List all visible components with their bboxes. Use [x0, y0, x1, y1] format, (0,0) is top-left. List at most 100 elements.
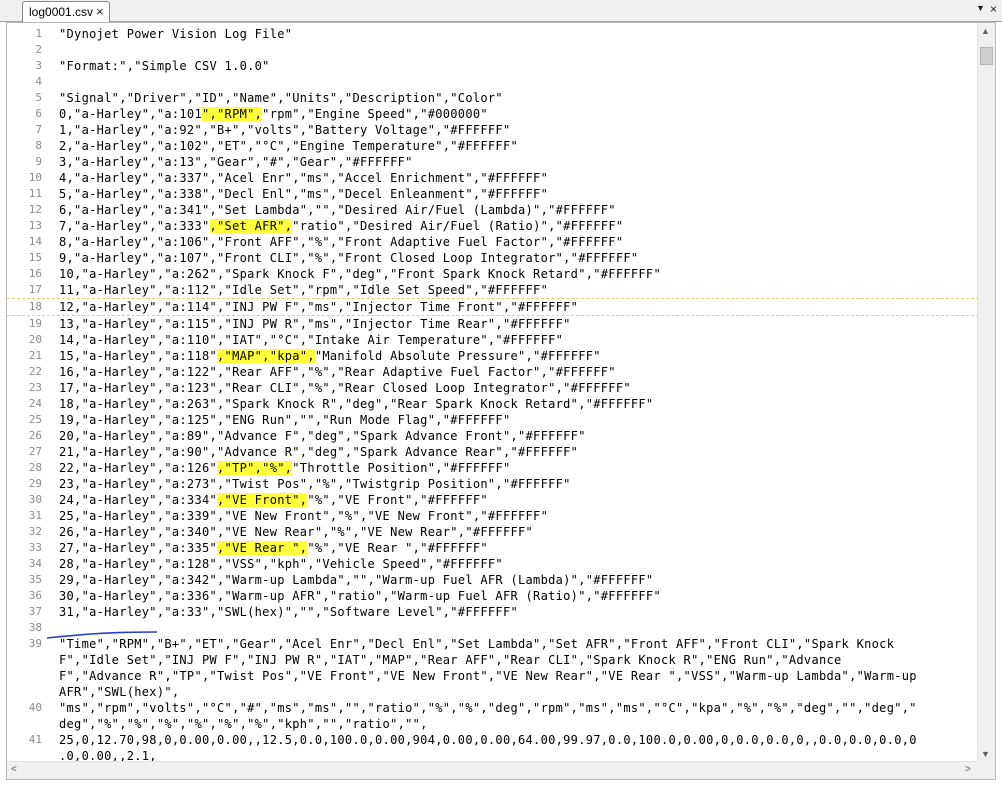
editor-line[interactable]: 9 3,"a-Harley","a:13","Gear","#","Gear","…	[7, 154, 979, 170]
text-segment: 24,"a-Harley","a:334"	[59, 493, 218, 507]
editor-line[interactable]: F","Advance R","TP","Twist Pos","VE Fron…	[7, 668, 979, 684]
editor-line[interactable]: 5 "Signal","Driver","ID","Name","Units","…	[7, 90, 979, 106]
line-number: 37	[28, 605, 42, 618]
editor-line[interactable]: 12 6,"a-Harley","a:341","Set Lambda","","…	[7, 202, 979, 218]
editor-line[interactable]: 24 18,"a-Harley","a:263","Spark Knock R",…	[7, 396, 979, 412]
line-text: 5,"a-Harley","a:338","Decl Enl","ms","De…	[59, 186, 548, 202]
highlighted-text: ,"TP","%",	[217, 461, 293, 475]
text-segment: "%","VE Front","#FFFFFF"	[307, 493, 488, 507]
highlighted-text: ,"VE Front",	[217, 493, 308, 507]
editor-line[interactable]: 31 25,"a-Harley","a:339","VE New Front","…	[7, 508, 979, 524]
line-text: 19,"a-Harley","a:125","ENG Run","","Run …	[59, 412, 510, 428]
line-number: 40	[28, 701, 42, 714]
line-number: 28	[28, 461, 42, 474]
line-number: 4	[35, 75, 42, 88]
scroll-left-icon[interactable]: <	[11, 764, 17, 775]
editor-line[interactable]: 22 16,"a-Harley","a:122","Rear AFF","%","…	[7, 364, 979, 380]
editor-line[interactable]: 15 9,"a-Harley","a:107","Front CLI","%","…	[7, 250, 979, 266]
editor-line[interactable]: 28 22,"a-Harley","a:126","TP","%","Thrott…	[7, 460, 979, 476]
line-text: 28,"a-Harley","a:128","VSS","kph","Vehic…	[59, 556, 503, 572]
editor-line[interactable]: 41 25,0,12.70,98,0,0.00,0.00,,12.5,0.0,10…	[7, 732, 979, 748]
editor-line[interactable]: 4	[7, 74, 979, 90]
line-number: 25	[28, 413, 42, 426]
line-number: 8	[35, 139, 42, 152]
tab-close-icon[interactable]: ×	[96, 3, 104, 21]
editor-line[interactable]: 13 7,"a-Harley","a:333","Set AFR","ratio"…	[7, 218, 979, 234]
scroll-up-icon[interactable]: ▲	[981, 26, 990, 36]
editor-line[interactable]: F","Idle Set","INJ PW F","INJ PW R","IAT…	[7, 652, 979, 668]
editor-line[interactable]: 10 4,"a-Harley","a:337","Acel Enr","ms","…	[7, 170, 979, 186]
text-segment: "Dynojet Power Vision Log File"	[59, 27, 293, 41]
editor-line[interactable]: 20 14,"a-Harley","a:110","IAT","°C","Inta…	[7, 332, 979, 348]
editor-line[interactable]: 23 17,"a-Harley","a:123","Rear CLI","%","…	[7, 380, 979, 396]
line-text: 30,"a-Harley","a:336","Warm-up AFR","rat…	[59, 588, 661, 604]
line-number: 9	[35, 155, 42, 168]
editor-line[interactable]: 26 20,"a-Harley","a:89","Advance F","deg"…	[7, 428, 979, 444]
tab-log0001-csv[interactable]: log0001.csv ×	[22, 1, 110, 22]
text-segment: 31,"a-Harley","a:33","SWL(hex)","","Soft…	[59, 605, 519, 619]
tab-list-dropdown-icon[interactable]: ▼	[976, 3, 985, 13]
text-segment: "Signal","Driver","ID","Name","Units","D…	[59, 91, 503, 105]
line-text: 14,"a-Harley","a:110","IAT","°C","Intake…	[59, 332, 563, 348]
line-text: 17,"a-Harley","a:123","Rear CLI","%","Re…	[59, 380, 631, 396]
editor-line[interactable]: 36 30,"a-Harley","a:336","Warm-up AFR","r…	[7, 588, 979, 604]
editor-line[interactable]: 8 2,"a-Harley","a:102","ET","°C","Engine …	[7, 138, 979, 154]
line-text: 8,"a-Harley","a:106","Front AFF","%","Fr…	[59, 234, 623, 250]
editor-line[interactable]: 1 "Dynojet Power Vision Log File"	[7, 26, 979, 42]
editor-line[interactable]: 29 23,"a-Harley","a:273","Twist Pos","%",…	[7, 476, 979, 492]
editor-line[interactable]: deg","%","%","%","%","%","%","kph","","r…	[7, 716, 979, 732]
text-segment: 0,"a-Harley","a:101	[59, 107, 202, 121]
text-segment: 29,"a-Harley","a:342","Warm-up Lambda","…	[59, 573, 654, 587]
editor-line[interactable]: 14 8,"a-Harley","a:106","Front AFF","%","…	[7, 234, 979, 250]
editor-line[interactable]: 34 28,"a-Harley","a:128","VSS","kph","Veh…	[7, 556, 979, 572]
editor-line[interactable]: 16 10,"a-Harley","a:262","Spark Knock F",…	[7, 266, 979, 282]
editor-line[interactable]: 17 11,"a-Harley","a:112","Idle Set","rpm"…	[7, 282, 979, 298]
editor-line[interactable]: AFR","SWL(hex)",	[7, 684, 979, 700]
text-segment: 18,"a-Harley","a:263","Spark Knock R","d…	[59, 397, 654, 411]
editor-line[interactable]: 7 1,"a-Harley","a:92","B+","volts","Batte…	[7, 122, 979, 138]
editor-line[interactable]: 30 24,"a-Harley","a:334","VE Front","%","…	[7, 492, 979, 508]
editor-line[interactable]: 37 31,"a-Harley","a:33","SWL(hex)","","So…	[7, 604, 979, 620]
editor-line[interactable]: 11 5,"a-Harley","a:338","Decl Enl","ms","…	[7, 186, 979, 202]
editor-line[interactable]: 18 12,"a-Harley","a:114","INJ PW F","ms",…	[7, 298, 979, 316]
editor-line[interactable]: 25 19,"a-Harley","a:125","ENG Run","","Ru…	[7, 412, 979, 428]
line-number: 11	[28, 187, 42, 200]
vertical-scrollbar[interactable]: ▲ ▼	[977, 23, 995, 763]
editor-line[interactable]: 33 27,"a-Harley","a:335","VE Rear ","%","…	[7, 540, 979, 556]
editor-line[interactable]: 2	[7, 42, 979, 58]
scroll-down-icon[interactable]: ▼	[981, 749, 990, 759]
text-segment: deg","%","%","%","%","%","%","kph","","r…	[59, 717, 428, 731]
line-number: 33	[28, 541, 42, 554]
editor-line[interactable]: 21 15,"a-Harley","a:118","MAP","kpa","Man…	[7, 348, 979, 364]
scroll-right-icon[interactable]: >	[965, 764, 971, 775]
line-text: F","Advance R","TP","Twist Pos","VE Fron…	[59, 668, 917, 684]
editor-line[interactable]: 40 "ms","rpm","volts","°C","#","ms","ms",…	[7, 700, 979, 716]
line-number: 13	[28, 219, 42, 232]
horizontal-scrollbar[interactable]: < >	[7, 761, 979, 779]
tab-title: log0001.csv	[29, 5, 94, 19]
editor-line[interactable]: 3 "Format:","Simple CSV 1.0.0"	[7, 58, 979, 74]
line-number: 10	[28, 171, 42, 184]
line-text: 26,"a-Harley","a:340","VE New Rear","%",…	[59, 524, 533, 540]
editor-line[interactable]: 32 26,"a-Harley","a:340","VE New Rear","%…	[7, 524, 979, 540]
line-number: 2	[35, 43, 42, 56]
line-number: 22	[28, 365, 42, 378]
text-segment: AFR","SWL(hex)",	[59, 685, 180, 699]
text-editor[interactable]: 1 "Dynojet Power Vision Log File" 2 3 "Forma…	[6, 22, 996, 780]
vertical-scroll-thumb[interactable]	[980, 47, 993, 65]
line-number: 21	[28, 349, 42, 362]
editor-line[interactable]: 6 0,"a-Harley","a:101","RPM","rpm","Engin…	[7, 106, 979, 122]
line-number: 12	[28, 203, 42, 216]
close-document-icon[interactable]: ×	[990, 2, 997, 16]
editor-line[interactable]: 35 29,"a-Harley","a:342","Warm-up Lambda"…	[7, 572, 979, 588]
editor-line[interactable]: 27 21,"a-Harley","a:90","Advance R","deg"…	[7, 444, 979, 460]
line-text: 11,"a-Harley","a:112","Idle Set","rpm","…	[59, 282, 548, 298]
line-number: 29	[28, 477, 42, 490]
editor-line[interactable]: 19 13,"a-Harley","a:115","INJ PW R","ms",…	[7, 316, 979, 332]
text-segment: "ms","rpm","volts","°C","#","ms","ms",""…	[59, 701, 917, 715]
line-number: 27	[28, 445, 42, 458]
line-text: 18,"a-Harley","a:263","Spark Knock R","d…	[59, 396, 653, 412]
text-segment: 30,"a-Harley","a:336","Warm-up AFR","rat…	[59, 589, 661, 603]
text-segment: "Throttle Position","#FFFFFF"	[292, 461, 511, 475]
line-number: 26	[28, 429, 42, 442]
